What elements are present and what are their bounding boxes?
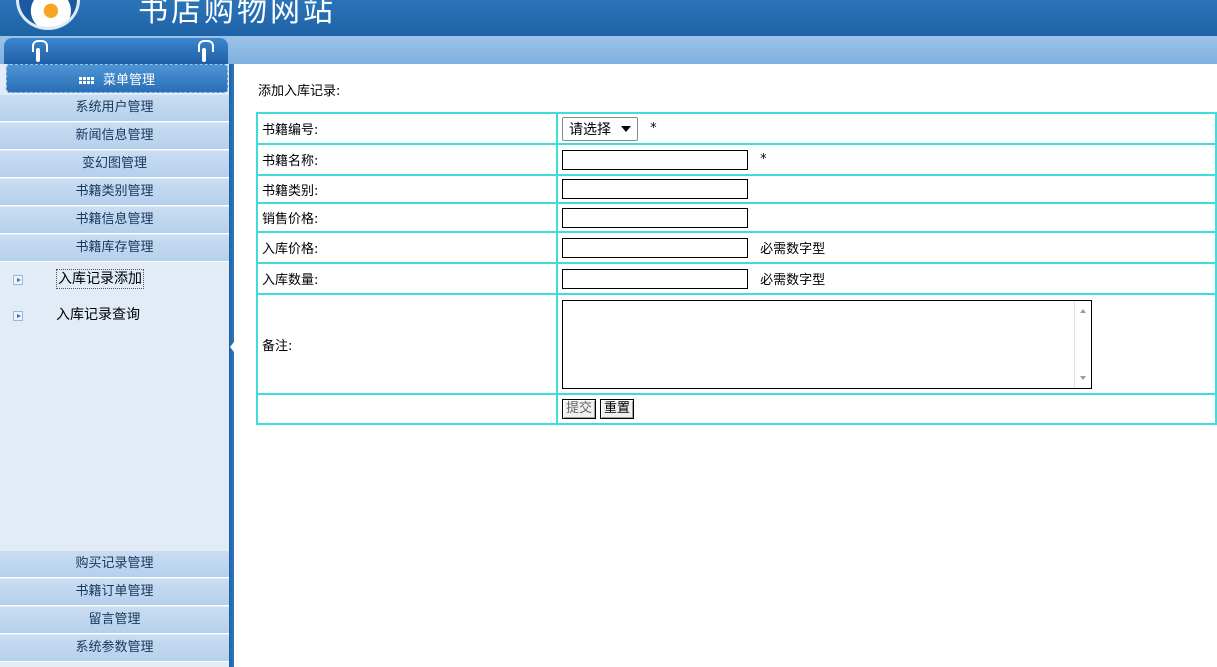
book-name-input[interactable] [562,149,748,170]
subitem-add-stock-record[interactable]: 入库记录添加 [0,266,229,292]
stock-price-label: 入库价格: [256,231,558,264]
required-mark: * [760,152,767,167]
sale-price-input[interactable] [562,207,748,228]
form-row-remark: 备注: [256,293,1217,395]
grid-icon [78,74,94,84]
sale-price-cell [556,202,1217,233]
book-id-select[interactable]: 请选择 [562,116,638,141]
sidebar-item-slideshow[interactable]: 变幻图管理 [0,151,229,178]
site-title: 书店购物网站 [138,0,336,29]
stock-price-cell: 必需数字型 [556,231,1217,264]
subitem-label: 入库记录添加 [56,269,144,289]
book-id-cell: 请选择 * [556,112,1217,145]
subitem-label: 入库记录查询 [56,307,140,323]
remark-textarea[interactable] [562,299,1092,389]
scroll-up-icon[interactable] [1080,308,1086,313]
hook-right-icon [198,40,214,62]
sidebar-item-book-info[interactable]: 书籍信息管理 [0,207,229,234]
empty-cell [256,393,558,425]
sidebar-item-book-orders[interactable]: 书籍订单管理 [0,579,229,606]
menu-header: 菜单管理 [6,64,228,93]
required-mark: * [650,121,657,136]
menu-title: 菜单管理 [102,73,155,88]
textarea-scrollbar[interactable] [1074,300,1091,388]
form-row-book-id: 书籍编号: 请选择 * [256,112,1217,145]
stock-qty-input[interactable] [562,268,748,289]
stock-price-input[interactable] [562,237,748,258]
numeric-hint: 必需数字型 [760,242,826,257]
sidebar-divider[interactable] [229,64,234,667]
sidebar-item-system-users[interactable]: 系统用户管理 [0,95,229,122]
site-logo [16,0,80,30]
stock-qty-label: 入库数量: [256,262,558,295]
book-category-cell [556,174,1217,204]
sidebar-item-book-categories[interactable]: 书籍类别管理 [0,179,229,206]
book-id-label: 书籍编号: [256,112,558,145]
form-row-actions: 提交 重置 [256,393,1217,425]
sidebar-item-book-stock[interactable]: 书籍库存管理 [0,235,229,262]
book-category-label: 书籍类别: [256,174,558,204]
submit-button[interactable]: 提交 [562,399,597,419]
book-name-cell: * [556,143,1217,176]
form-row-book-category: 书籍类别: [256,174,1217,204]
hook-left-icon [32,40,48,62]
stock-form-table: 书籍编号: 请选择 * 书籍名称: * 书籍类别: 销售价格: 入库价格: 必需… [256,112,1217,425]
book-category-input[interactable] [562,179,748,199]
scroll-down-icon[interactable] [1080,375,1086,380]
form-row-stock-price: 入库价格: 必需数字型 [256,231,1217,264]
sidebar-item-news[interactable]: 新闻信息管理 [0,123,229,150]
subitem-query-stock-record[interactable]: 入库记录查询 [0,302,229,328]
stock-qty-cell: 必需数字型 [556,262,1217,295]
form-row-sale-price: 销售价格: [256,202,1217,233]
sidebar-item-purchase-records[interactable]: 购买记录管理 [0,551,229,578]
sale-price-label: 销售价格: [256,202,558,233]
play-icon [13,275,23,285]
chevron-down-icon [621,125,631,132]
form-row-stock-qty: 入库数量: 必需数字型 [256,262,1217,295]
sidebar-item-system-params[interactable]: 系统参数管理 [0,635,229,662]
sidebar-item-messages[interactable]: 留言管理 [0,607,229,634]
book-name-label: 书籍名称: [256,143,558,176]
page-title: 添加入库记录: [258,84,341,99]
site-header: 书店购物网站 [0,0,1217,36]
book-id-select-value: 请选择 [569,121,611,138]
numeric-hint: 必需数字型 [760,273,826,288]
reset-button[interactable]: 重置 [600,399,635,419]
remark-cell [556,293,1217,395]
form-row-book-name: 书籍名称: * [256,143,1217,176]
collapse-arrow-icon[interactable] [230,342,234,352]
actions-cell: 提交 重置 [556,393,1217,425]
remark-label: 备注: [256,293,558,395]
play-icon [13,311,23,321]
